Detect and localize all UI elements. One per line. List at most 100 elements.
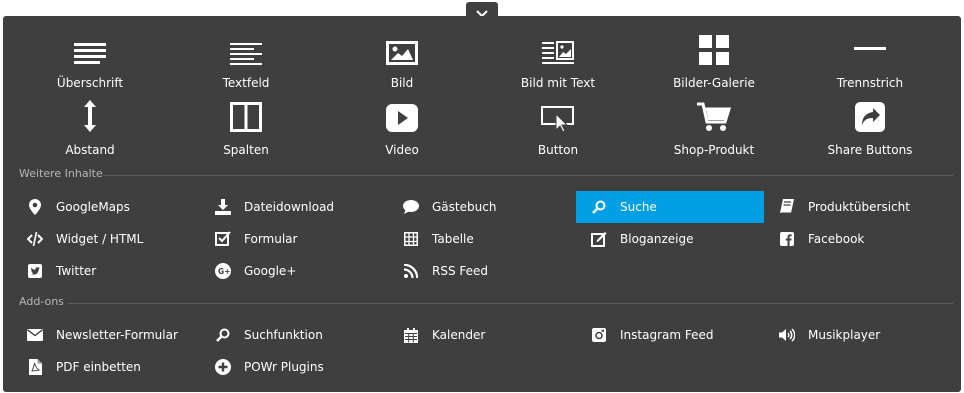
video-icon xyxy=(386,104,418,132)
checkbox-icon xyxy=(215,231,231,246)
list-item-label: Suchfunktion xyxy=(244,328,323,342)
list-item-googlemaps[interactable]: GoogleMaps xyxy=(4,191,192,223)
twitter-icon xyxy=(28,264,42,278)
list-item-label: Facebook xyxy=(808,232,865,246)
divider-icon xyxy=(854,47,886,50)
list-item-twitter[interactable]: Twitter xyxy=(4,255,192,287)
list-item-label: POWr Plugins xyxy=(244,360,324,374)
element-divider[interactable]: Trennstrich xyxy=(790,31,950,90)
list-item-label: Twitter xyxy=(56,264,97,278)
list-item-label: Suche xyxy=(620,200,657,214)
gallery-icon xyxy=(699,35,729,65)
list-item-label: PDF einbetten xyxy=(56,360,141,374)
element-textfield[interactable]: Textfeld xyxy=(166,31,326,90)
list-item-instagram-feed[interactable]: Instagram Feed xyxy=(568,319,756,351)
columns-icon xyxy=(230,102,262,132)
list-item-label: Instagram Feed xyxy=(620,328,714,342)
spacing-icon xyxy=(84,100,96,132)
list-item-label: Widget / HTML xyxy=(56,232,144,246)
list-item-label: Formular xyxy=(244,232,298,246)
edit-icon xyxy=(591,232,607,247)
element-label: Überschrift xyxy=(56,76,124,90)
list-item-product-overview[interactable]: Produktübersicht xyxy=(756,191,956,223)
section-divider xyxy=(103,175,953,176)
calendar-icon xyxy=(404,327,418,343)
list-item-guestbook[interactable]: Gästebuch xyxy=(380,191,568,223)
button-icon xyxy=(541,106,574,132)
list-item-file-download[interactable]: Dateidownload xyxy=(192,191,380,223)
section-divider xyxy=(68,303,953,304)
element-label: Trennstrich xyxy=(836,76,904,90)
list-item-label: Google+ xyxy=(244,264,297,278)
list-item-embed-pdf[interactable]: PDF einbetten xyxy=(4,351,192,383)
element-label: Share Buttons xyxy=(827,143,913,157)
element-label: Bild xyxy=(390,76,414,90)
element-image-with-text[interactable]: Bild mit Text xyxy=(478,31,638,90)
list-item-calendar[interactable]: Kalender xyxy=(380,319,568,351)
svg-text:G+: G+ xyxy=(218,267,230,276)
element-label: Spalten xyxy=(223,143,269,157)
list-item-label: RSS Feed xyxy=(432,264,489,278)
element-share-buttons[interactable]: Share Buttons xyxy=(790,98,950,157)
element-label: Shop-Produkt xyxy=(673,143,755,157)
list-item-search[interactable]: Suche xyxy=(576,191,764,223)
image-with-text-icon xyxy=(542,41,574,64)
map-marker-icon xyxy=(29,199,41,215)
list-item-label: Musikplayer xyxy=(808,328,881,342)
search-icon xyxy=(216,328,230,342)
speech-bubble-icon xyxy=(403,200,419,214)
list-item-label: Newsletter-Formular xyxy=(56,328,178,342)
instagram-icon xyxy=(592,328,606,342)
list-item-google-plus[interactable]: G+ Google+ xyxy=(192,255,380,287)
list-item-form[interactable]: Formular xyxy=(192,223,380,255)
list-item-table[interactable]: Tabelle xyxy=(380,223,568,255)
element-button[interactable]: Button xyxy=(478,98,638,157)
element-spacing[interactable]: Abstand xyxy=(10,98,170,157)
list-item-search-function[interactable]: Suchfunktion xyxy=(192,319,380,351)
list-item-widget-html[interactable]: Widget / HTML xyxy=(4,223,192,255)
envelope-icon xyxy=(27,329,43,341)
list-item-label: Bloganzeige xyxy=(620,232,694,246)
download-icon xyxy=(215,199,231,215)
share-icon xyxy=(855,102,885,132)
element-columns[interactable]: Spalten xyxy=(166,98,326,157)
pdf-icon xyxy=(28,359,42,375)
table-icon xyxy=(404,232,418,246)
image-icon xyxy=(386,41,418,65)
element-video[interactable]: Video xyxy=(322,98,482,157)
element-label: Textfeld xyxy=(222,76,270,90)
list-item-facebook[interactable]: Facebook xyxy=(756,223,956,255)
book-icon xyxy=(780,199,794,214)
element-shop-product[interactable]: Shop-Produkt xyxy=(634,98,794,157)
section-title-addons: Add-ons xyxy=(19,295,64,308)
speaker-icon xyxy=(779,328,795,342)
section-title-more-content: Weitere Inhalte xyxy=(19,167,103,180)
list-item-blog-display[interactable]: Bloganzeige xyxy=(568,223,756,255)
google-plus-icon: G+ xyxy=(215,263,231,279)
list-item-label: GoogleMaps xyxy=(56,200,130,214)
facebook-icon xyxy=(780,232,794,246)
element-label: Video xyxy=(385,143,419,157)
list-item-music-player[interactable]: Musikplayer xyxy=(756,319,956,351)
list-item-label: Produktübersicht xyxy=(808,200,910,214)
text-field-icon xyxy=(230,43,262,65)
list-item-newsletter-form[interactable]: Newsletter-Formular xyxy=(4,319,192,351)
element-gallery[interactable]: Bilder-Galerie xyxy=(634,31,794,90)
plus-circle-icon xyxy=(215,359,231,375)
list-item-label: Tabelle xyxy=(432,232,474,246)
element-image[interactable]: Bild xyxy=(322,31,482,90)
heading-icon xyxy=(74,43,106,64)
rss-icon xyxy=(404,264,418,278)
search-icon xyxy=(592,200,606,214)
element-label: Button xyxy=(537,143,579,157)
element-label: Abstand xyxy=(65,143,115,157)
code-icon xyxy=(27,232,43,246)
list-item-label: Kalender xyxy=(432,328,486,342)
list-item-label: Gästebuch xyxy=(432,200,497,214)
element-heading[interactable]: Überschrift xyxy=(10,31,170,90)
element-label: Bild mit Text xyxy=(520,76,596,90)
list-item-powr-plugins[interactable]: POWr Plugins xyxy=(192,351,380,383)
list-item-rss-feed[interactable]: RSS Feed xyxy=(380,255,568,287)
element-label: Bilder-Galerie xyxy=(673,76,755,90)
list-item-label: Dateidownload xyxy=(244,200,335,214)
